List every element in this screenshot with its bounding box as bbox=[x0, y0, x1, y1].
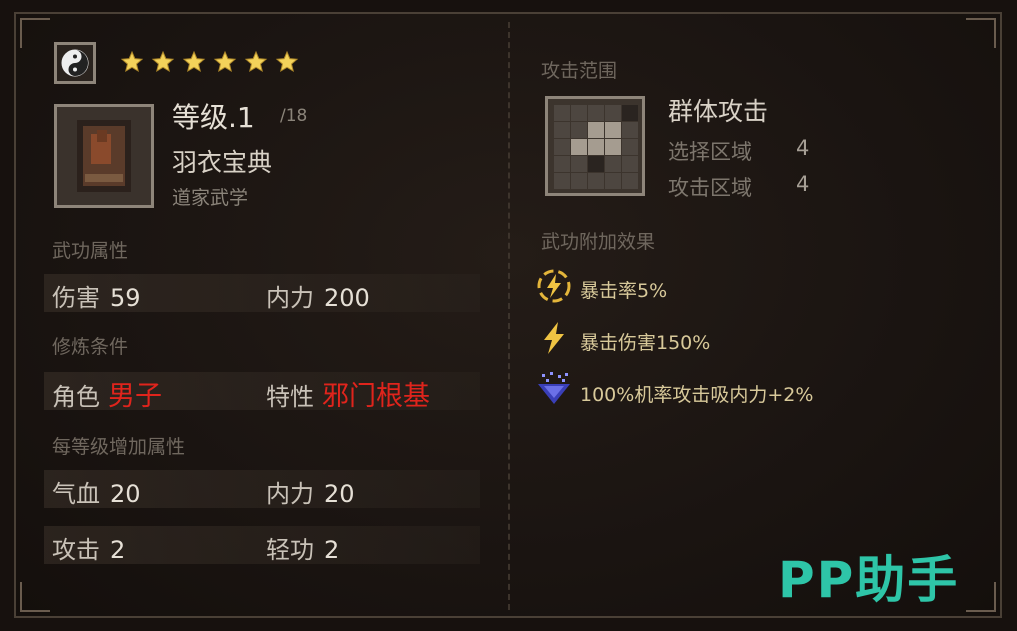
star-icon bbox=[182, 50, 206, 73]
range-cell bbox=[605, 105, 621, 121]
skill-book-icon bbox=[54, 104, 154, 208]
stat-inner-force: 内力 200 bbox=[266, 278, 370, 313]
stat-value: 20 bbox=[110, 480, 141, 508]
per-level-attack: 攻击 2 bbox=[52, 530, 125, 565]
stat-label: 内力 bbox=[266, 284, 314, 312]
stat-label: 攻击 bbox=[52, 536, 100, 564]
stat-value: 59 bbox=[110, 284, 141, 312]
range-cell bbox=[554, 173, 570, 189]
per-level-qinggong: 轻功 2 bbox=[266, 530, 339, 565]
select-area-value: 4 bbox=[796, 136, 810, 160]
select-area-label: 选择区域 bbox=[668, 140, 752, 164]
effect-text: 暴击伤害150% bbox=[580, 332, 711, 354]
stat-label: 轻功 bbox=[266, 536, 314, 564]
range-cell bbox=[605, 139, 621, 155]
star-icon bbox=[275, 50, 299, 73]
stat-label: 特性 bbox=[266, 383, 314, 411]
range-cell bbox=[588, 156, 604, 172]
effect-text: 暴击率5% bbox=[580, 280, 668, 302]
star-icon bbox=[151, 50, 175, 73]
section-title-requirements: 修炼条件 bbox=[52, 336, 129, 358]
range-cell bbox=[622, 105, 638, 121]
range-cell bbox=[588, 105, 604, 121]
range-cell bbox=[554, 139, 570, 155]
requirement-value: 男子 bbox=[108, 381, 162, 412]
star-icon bbox=[244, 50, 268, 73]
taiji-icon bbox=[54, 42, 96, 84]
lightning-icon bbox=[538, 320, 570, 356]
attack-area-label: 攻击区域 bbox=[668, 176, 752, 200]
section-title-attack-range: 攻击范围 bbox=[541, 60, 618, 82]
range-cell bbox=[622, 139, 638, 155]
panel-divider bbox=[508, 22, 510, 610]
effect-text: 100%机率攻击吸内力+2% bbox=[580, 384, 814, 406]
requirement-role: 角色 男子 bbox=[52, 374, 162, 413]
range-cell bbox=[571, 122, 587, 138]
range-cell bbox=[622, 156, 638, 172]
frame-corner bbox=[20, 18, 50, 48]
attack-area-value: 4 bbox=[796, 172, 810, 196]
range-cell bbox=[554, 122, 570, 138]
watermark: PP助手 bbox=[778, 551, 960, 609]
stat-label: 伤害 bbox=[52, 284, 100, 312]
range-cell bbox=[588, 139, 604, 155]
per-level-hp: 气血 20 bbox=[52, 474, 141, 509]
frame-corner bbox=[20, 582, 50, 612]
stat-damage: 伤害 59 bbox=[52, 278, 141, 313]
star-icon bbox=[213, 50, 237, 73]
range-cell bbox=[622, 122, 638, 138]
section-title-attributes: 武功属性 bbox=[52, 240, 129, 262]
absorb-icon bbox=[534, 370, 574, 408]
range-cell bbox=[571, 105, 587, 121]
stat-value: 20 bbox=[324, 480, 355, 508]
stat-label: 气血 bbox=[52, 480, 100, 508]
stat-value: 2 bbox=[110, 536, 126, 564]
range-cell bbox=[605, 173, 621, 189]
requirement-trait: 特性 邪门根基 bbox=[266, 374, 430, 413]
lightning-circle-icon bbox=[536, 268, 572, 304]
attack-type: 群体攻击 bbox=[668, 97, 769, 126]
skill-name: 羽衣宝典 bbox=[172, 148, 273, 177]
range-cell bbox=[554, 156, 570, 172]
frame-corner bbox=[966, 582, 996, 612]
range-cell bbox=[571, 173, 587, 189]
range-cell bbox=[571, 139, 587, 155]
stat-value: 200 bbox=[324, 284, 370, 312]
range-cell bbox=[605, 122, 621, 138]
attack-range-grid bbox=[545, 96, 645, 196]
stat-value: 2 bbox=[324, 536, 340, 564]
range-cell bbox=[554, 105, 570, 121]
per-level-inner-force: 内力 20 bbox=[266, 474, 355, 509]
range-cell bbox=[588, 173, 604, 189]
star-rating bbox=[120, 50, 299, 74]
star-icon bbox=[120, 50, 144, 73]
range-cell bbox=[571, 156, 587, 172]
range-cell bbox=[622, 173, 638, 189]
section-title-effects: 武功附加效果 bbox=[541, 231, 656, 253]
range-cell bbox=[588, 122, 604, 138]
skill-level: 等级.1 bbox=[172, 101, 255, 134]
stat-label: 角色 bbox=[52, 383, 100, 411]
skill-max-level: /18 bbox=[280, 106, 308, 126]
section-title-per-level: 每等级增加属性 bbox=[52, 436, 186, 458]
range-cell bbox=[605, 156, 621, 172]
stat-label: 内力 bbox=[266, 480, 314, 508]
skill-category: 道家武学 bbox=[172, 187, 249, 209]
frame-corner bbox=[966, 18, 996, 48]
requirement-value: 邪门根基 bbox=[322, 381, 430, 412]
